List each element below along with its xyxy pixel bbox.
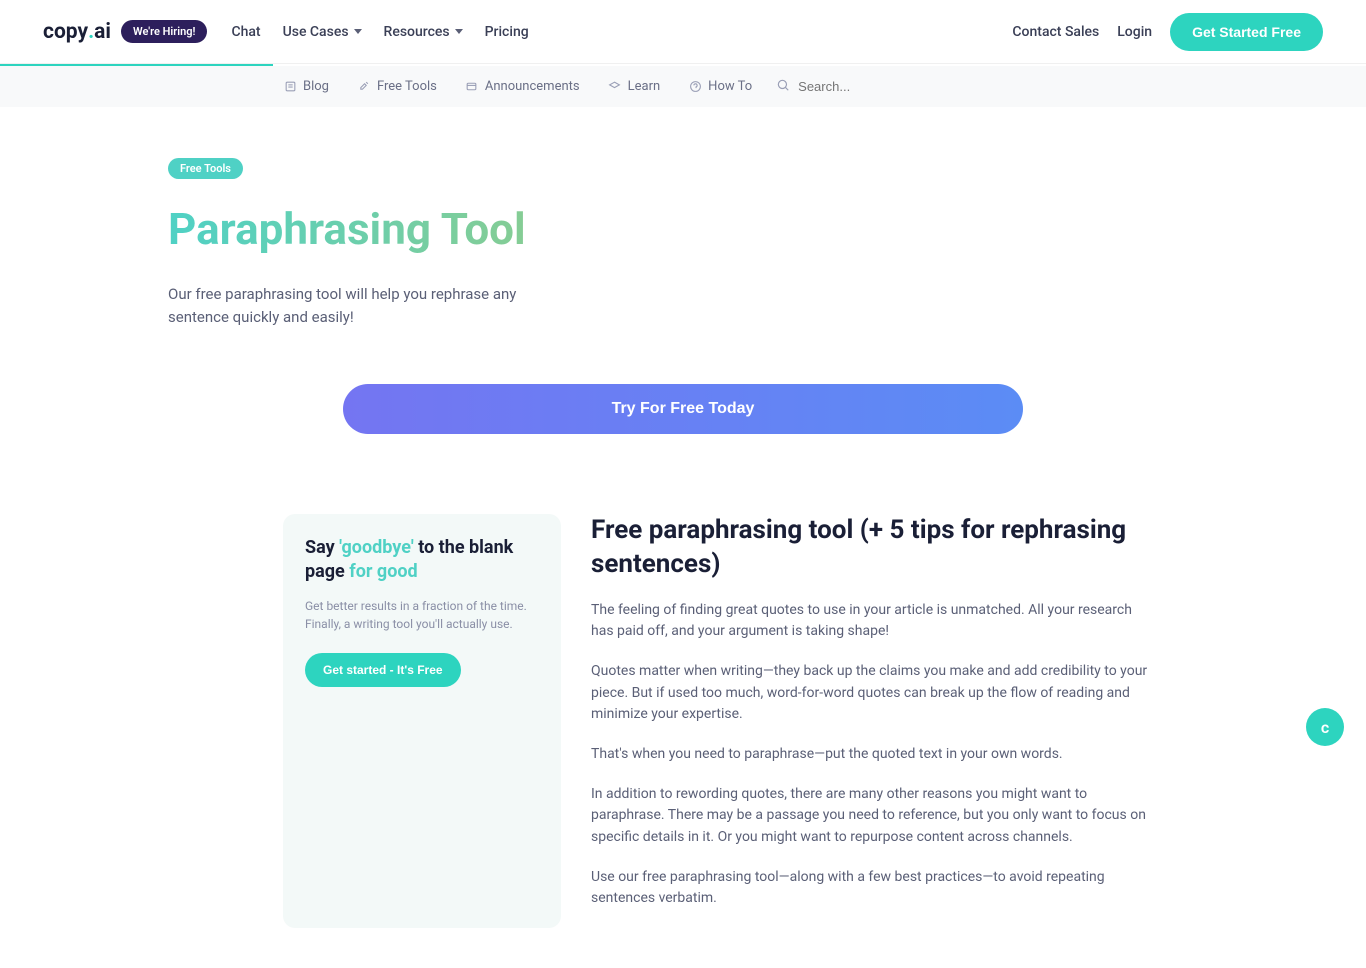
try-free-button[interactable]: Try For Free Today [343,384,1023,434]
subnav-item-how-to[interactable]: How To [688,79,752,94]
search-input[interactable] [798,79,1283,94]
nav-resources[interactable]: Resources [384,24,463,40]
subnav-inner: Blog Free Tools Announcements Learn How … [43,77,1323,96]
nav-label: Use Cases [283,24,349,40]
promo-button[interactable]: Get started - It's Free [305,653,461,687]
search-icon [776,77,790,96]
get-started-button[interactable]: Get Started Free [1170,13,1323,51]
chat-float-button[interactable]: c [1306,708,1344,746]
main-header: copy.ai We're Hiring! Chat Use Cases Res… [0,0,1366,64]
promo-description: Get better results in a fraction of the … [305,597,539,633]
article-paragraph: That's when you need to paraphrase—put t… [591,744,1151,766]
chevron-down-icon [455,29,463,34]
promo-card: Say 'goodbye' to the blank page for good… [283,514,561,928]
login-link[interactable]: Login [1117,24,1152,40]
page-description: Our free paraphrasing tool will help you… [168,283,548,328]
article-paragraph: Use our free paraphrasing tool—along wit… [591,867,1151,910]
subnav-links: Blog Free Tools Announcements Learn How … [283,79,752,94]
nav-pricing[interactable]: Pricing [485,24,529,40]
blog-icon [283,80,297,94]
main-section: Say 'goodbye' to the blank page for good… [83,494,1283,968]
chevron-down-icon [354,29,362,34]
subnav-label: How To [708,79,752,94]
nav-label: Chat [231,24,260,40]
subnav-item-announcements[interactable]: Announcements [465,79,580,94]
search-wrap [752,77,1283,96]
nav-chat[interactable]: Chat [231,24,260,40]
sub-navigation: Blog Free Tools Announcements Learn How … [0,66,1366,107]
logo[interactable]: copy.ai [43,20,111,44]
promo-title-goodbye: 'goodbye' [339,537,414,558]
howto-icon [688,80,702,94]
logo-ai: ai [94,20,111,44]
nav-use-cases[interactable]: Use Cases [283,24,362,40]
promo-title-forgood: for good [349,561,417,582]
article-paragraph: The feeling of finding great quotes to u… [591,600,1151,643]
nav-label: Pricing [485,24,529,40]
subnav-label: Announcements [485,79,580,94]
nav-links: Chat Use Cases Resources Pricing [231,24,528,40]
learn-icon [608,80,622,94]
hiring-badge[interactable]: We're Hiring! [121,20,207,43]
hero-section: Free Tools Paraphrasing Tool Our free pa… [83,107,1283,384]
content: Free Tools Paraphrasing Tool Our free pa… [43,107,1323,968]
logo-text: copy [43,20,88,44]
contact-sales-link[interactable]: Contact Sales [1012,24,1099,40]
nav-label: Resources [384,24,450,40]
promo-title: Say 'goodbye' to the blank page for good [305,536,539,585]
header-inner: copy.ai We're Hiring! Chat Use Cases Res… [43,13,1323,51]
article-paragraph: Quotes matter when writing—they back up … [591,661,1151,726]
tools-icon [357,80,371,94]
article-title: Free paraphrasing tool (+ 5 tips for rep… [591,514,1151,582]
subnav-label: Free Tools [377,79,437,94]
announce-icon [465,80,479,94]
header-right: Contact Sales Login Get Started Free [1012,13,1323,51]
subnav-item-learn[interactable]: Learn [608,79,661,94]
page-title: Paraphrasing Tool [168,203,1283,255]
subnav-label: Blog [303,79,329,94]
subnav-item-free-tools[interactable]: Free Tools [357,79,437,94]
category-tag[interactable]: Free Tools [168,158,243,179]
article-body: Free paraphrasing tool (+ 5 tips for rep… [591,514,1151,928]
cta-wrap: Try For Free Today [83,384,1283,494]
promo-title-pre: Say [305,537,339,558]
subnav-label: Learn [628,79,661,94]
article-paragraph: In addition to rewording quotes, there a… [591,784,1151,849]
subnav-item-blog[interactable]: Blog [283,79,329,94]
